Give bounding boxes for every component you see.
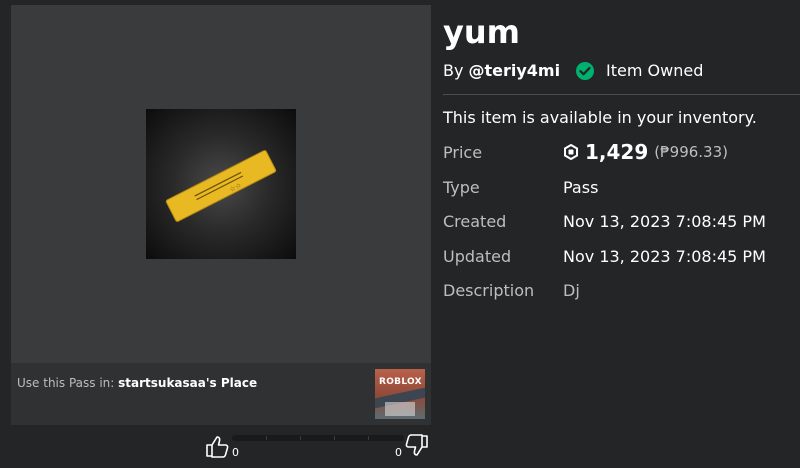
use-pass-place-bar: Use this Pass in: startsukasaa's Place R…: [11, 363, 431, 425]
details-divider: [443, 94, 800, 95]
upvote-count: 0: [232, 446, 239, 459]
description-label: Description: [443, 281, 535, 300]
price-value: 1,429 (₱996.33): [563, 140, 728, 164]
vote-ratio-bar: [232, 435, 404, 441]
vote-bar-tick: [368, 436, 369, 440]
by-label: By: [443, 61, 464, 80]
vote-bar-tick: [300, 436, 301, 440]
price-conversion: (₱996.33): [654, 143, 728, 161]
gold-pass-icon: ☆☆: [165, 150, 277, 222]
item-thumbnail-image: ☆☆: [146, 109, 296, 259]
creator-byline: By @teriy4mi Item Owned: [443, 61, 703, 80]
vote-bar-tick: [334, 436, 335, 440]
use-pass-label: Use this Pass in: startsukasaa's Place: [17, 376, 257, 390]
created-label: Created: [443, 212, 507, 231]
price-amount: 1,429: [585, 140, 649, 164]
place-thumbnail[interactable]: ROBLOX: [375, 369, 425, 419]
description-value: Dj: [563, 281, 580, 300]
item-details-page: ☆☆ Use this Pass in: startsukasaa's Plac…: [0, 0, 800, 468]
item-owned-label: Item Owned: [606, 61, 704, 80]
thumbs-down-icon[interactable]: [404, 433, 430, 459]
thumbs-up-icon[interactable]: [204, 433, 230, 459]
place-link[interactable]: startsukasaa's Place: [118, 376, 257, 390]
availability-text: This item is available in your inventory…: [443, 108, 757, 127]
creator-link[interactable]: @teriy4mi: [468, 61, 560, 80]
place-thumbnail-logo-text: ROBLOX: [379, 377, 422, 387]
updated-value: Nov 13, 2023 7:08:45 PM: [563, 247, 766, 266]
price-label: Price: [443, 143, 483, 162]
use-pass-prefix: Use this Pass in:: [17, 376, 115, 390]
updated-label: Updated: [443, 247, 512, 266]
type-label: Type: [443, 178, 480, 197]
created-value: Nov 13, 2023 7:08:45 PM: [563, 212, 766, 231]
item-title: yum: [443, 13, 520, 51]
item-thumbnail-panel: ☆☆: [11, 5, 431, 363]
check-circle-icon: [576, 61, 595, 80]
robux-icon: [564, 144, 578, 160]
vote-bar-tick: [266, 436, 267, 440]
place-thumbnail-decoration-2: [385, 402, 415, 416]
downvote-count: 0: [395, 446, 402, 459]
type-value: Pass: [563, 178, 599, 197]
vote-row: 0 0: [204, 430, 430, 462]
